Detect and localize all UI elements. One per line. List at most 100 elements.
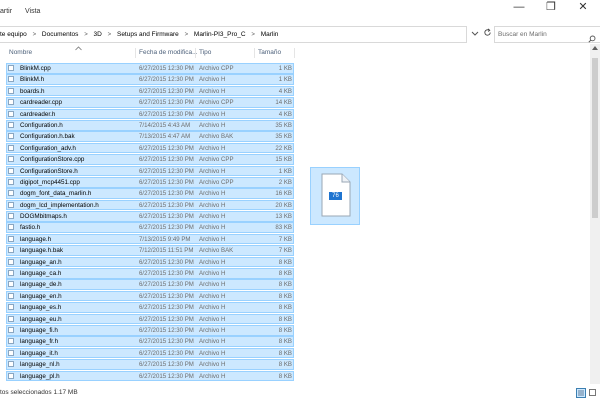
- breadcrumb-marlin-pi3[interactable]: Marlin-PI3_Pro_C: [194, 27, 246, 42]
- file-row[interactable]: language_nl.h 6/27/2015 12:30 PM Archivo…: [0, 359, 590, 370]
- row-checkbox[interactable]: [8, 65, 14, 71]
- file-name: fastio.h: [20, 224, 41, 232]
- breadcrumb-marlin[interactable]: Marlin: [261, 27, 279, 42]
- tab-view[interactable]: Vista: [25, 8, 40, 15]
- row-checkbox[interactable]: [8, 87, 14, 94]
- file-row[interactable]: language.h 7/13/2015 9:49 PM Archivo H 7…: [0, 233, 590, 245]
- scroll-up-icon[interactable]: [590, 44, 600, 54]
- file-row[interactable]: dogm_lcd_implementation.h 6/27/2015 12:3…: [0, 199, 590, 211]
- file-row[interactable]: language_es.h 6/27/2015 12:30 PM Archivo…: [0, 302, 590, 313]
- column-header-date[interactable]: Fecha de modifica...: [139, 46, 198, 60]
- file-row[interactable]: dogm_font_data_marlin.h 6/27/2015 12:30 …: [0, 188, 590, 199]
- row-checkbox[interactable]: [8, 201, 14, 208]
- address-history-chevron-icon[interactable]: [470, 29, 480, 39]
- row-checkbox[interactable]: [8, 178, 14, 185]
- close-button[interactable]: ✕: [567, 0, 599, 16]
- breadcrumb-separator[interactable]: >: [33, 28, 37, 42]
- minimize-button[interactable]: —: [503, 0, 535, 16]
- file-row[interactable]: BlinkM.h 6/27/2015 12:30 PM Archivo H 1 …: [0, 74, 590, 85]
- row-checkbox[interactable]: [8, 361, 14, 368]
- file-row[interactable]: Configuration.h.bak 7/13/2015 4:47 AM Ar…: [0, 131, 590, 142]
- row-checkbox[interactable]: [8, 224, 14, 231]
- tab-share[interactable]: artir: [0, 8, 12, 15]
- file-row[interactable]: ConfigurationStore.h 6/27/2015 12:30 PM …: [0, 165, 590, 177]
- file-row[interactable]: language_ca.h 6/27/2015 12:30 PM Archivo…: [0, 268, 590, 279]
- maximize-button[interactable]: ❐: [535, 0, 567, 16]
- column-divider[interactable]: [254, 48, 255, 58]
- refresh-icon[interactable]: [482, 28, 492, 38]
- file-row[interactable]: language_an.h 6/27/2015 12:30 PM Archivo…: [0, 256, 590, 268]
- column-divider[interactable]: [294, 48, 295, 58]
- breadcrumb-separator[interactable]: >: [185, 28, 189, 42]
- row-checkbox[interactable]: [8, 270, 14, 277]
- breadcrumb-separator[interactable]: >: [251, 28, 255, 42]
- file-modified-date: 6/27/2015 12:30 PM: [139, 144, 194, 152]
- row-checkbox[interactable]: [8, 315, 14, 322]
- row-checkbox[interactable]: [8, 338, 14, 345]
- breadcrumb-separator[interactable]: >: [84, 28, 88, 42]
- file-name: language_an.h: [20, 258, 62, 266]
- row-checkbox[interactable]: [8, 156, 14, 163]
- row-checkbox[interactable]: [8, 258, 14, 265]
- file-row[interactable]: boards.h 6/27/2015 12:30 PM Archivo H 4 …: [0, 85, 590, 97]
- file-row[interactable]: language_de.h 6/27/2015 12:30 PM Archivo…: [0, 279, 590, 291]
- file-name: language_de.h: [20, 281, 62, 289]
- scrollbar-thumb[interactable]: [592, 58, 598, 218]
- file-row[interactable]: ConfigurationStore.cpp 6/27/2015 12:30 P…: [0, 154, 590, 165]
- file-row[interactable]: digipot_mcp4451.cpp 6/27/2015 12:30 PM A…: [0, 176, 590, 188]
- column-header-name[interactable]: Nombre: [9, 46, 32, 60]
- column-header-size[interactable]: Tamaño: [258, 46, 281, 60]
- row-checkbox[interactable]: [8, 247, 14, 254]
- vertical-scrollbar[interactable]: [590, 44, 600, 384]
- row-checkbox[interactable]: [8, 133, 14, 140]
- row-checkbox[interactable]: [8, 99, 14, 106]
- file-row[interactable]: BlinkM.cpp 6/27/2015 12:30 PM Archivo CP…: [0, 63, 590, 74]
- file-name: language_en.h: [20, 292, 62, 300]
- file-row[interactable]: Configuration.h 7/14/2015 4:43 AM Archiv…: [0, 119, 590, 131]
- row-checkbox[interactable]: [8, 144, 14, 151]
- file-row[interactable]: fastio.h 6/27/2015 12:30 PM Archivo H 83…: [0, 222, 590, 234]
- file-row[interactable]: cardreader.h 6/27/2015 12:30 PM Archivo …: [0, 108, 590, 120]
- file-row[interactable]: language_fi.h 6/27/2015 12:30 PM Archivo…: [0, 324, 590, 336]
- file-row[interactable]: Configuration_adv.h 6/27/2015 12:30 PM A…: [0, 142, 590, 154]
- row-checkbox[interactable]: [8, 110, 14, 117]
- row-checkbox[interactable]: [8, 190, 14, 197]
- row-checkbox[interactable]: [8, 167, 14, 174]
- search-box[interactable]: Buscar en Marlin: [494, 26, 600, 43]
- breadcrumb-3d[interactable]: 3D: [94, 27, 102, 42]
- row-checkbox[interactable]: [8, 235, 14, 242]
- file-size: 2 KB: [278, 178, 292, 186]
- file-row[interactable]: cardreader.cpp 6/27/2015 12:30 PM Archiv…: [0, 97, 590, 108]
- file-row[interactable]: language_pl.h 6/27/2015 12:30 PM Archivo…: [0, 370, 590, 382]
- row-checkbox[interactable]: [8, 372, 14, 379]
- address-bar[interactable]: te equipo > Documentos > 3D > Setups and…: [0, 26, 467, 43]
- row-checkbox[interactable]: [8, 326, 14, 333]
- search-input[interactable]: Buscar en Marlin: [498, 27, 547, 42]
- file-name: language_es.h: [20, 304, 62, 312]
- row-checkbox[interactable]: [8, 292, 14, 299]
- row-checkbox[interactable]: [8, 349, 14, 356]
- breadcrumb-this-pc[interactable]: te equipo: [0, 27, 27, 42]
- breadcrumb-documents[interactable]: Documentos: [42, 27, 79, 42]
- file-row[interactable]: language.h.bak 7/12/2015 11:51 PM Archiv…: [0, 245, 590, 256]
- row-checkbox[interactable]: [8, 304, 14, 311]
- row-checkbox[interactable]: [8, 76, 14, 83]
- column-divider[interactable]: [195, 48, 196, 58]
- breadcrumb-separator[interactable]: >: [108, 28, 112, 42]
- file-row[interactable]: language_eu.h 6/27/2015 12:30 PM Archivo…: [0, 313, 590, 325]
- file-row[interactable]: DOGMbitmaps.h 6/27/2015 12:30 PM Archivo…: [0, 211, 590, 222]
- file-row[interactable]: language_it.h 6/27/2015 12:30 PM Archivo…: [0, 347, 590, 359]
- row-checkbox[interactable]: [8, 281, 14, 288]
- file-size: 1 KB: [278, 167, 292, 175]
- search-icon[interactable]: [588, 30, 596, 43]
- row-checkbox[interactable]: [8, 121, 14, 128]
- file-modified-date: 6/27/2015 12:30 PM: [139, 349, 194, 357]
- column-header-type[interactable]: Tipo: [199, 46, 211, 60]
- file-row[interactable]: language_en.h 6/27/2015 12:30 PM Archivo…: [0, 290, 590, 302]
- large-icons-view-icon[interactable]: [588, 388, 598, 398]
- breadcrumb-setups-and-firmware[interactable]: Setups and Firmware: [117, 27, 179, 42]
- row-checkbox[interactable]: [8, 213, 14, 220]
- details-view-icon[interactable]: [576, 388, 586, 398]
- column-divider[interactable]: [135, 48, 136, 58]
- file-row[interactable]: language_fr.h 6/27/2015 12:30 PM Archivo…: [0, 336, 590, 347]
